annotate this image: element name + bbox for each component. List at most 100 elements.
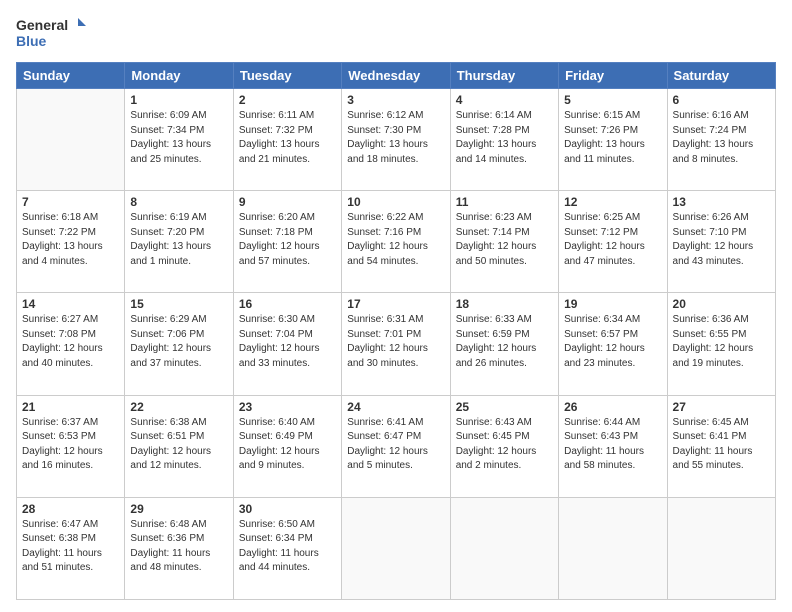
weekday-header-saturday: Saturday bbox=[667, 63, 775, 89]
calendar-cell: 2Sunrise: 6:11 AMSunset: 7:32 PMDaylight… bbox=[233, 89, 341, 191]
cell-info: Sunrise: 6:41 AMSunset: 6:47 PMDaylight:… bbox=[347, 416, 444, 474]
calendar-cell: 13 Sunrise: 6:26 AMSunset: 7:10 PMDayligh… bbox=[667, 191, 775, 293]
calendar-cell: 7 Sunrise: 6:18 AMSunset: 7:22 PMDaylight… bbox=[17, 191, 125, 293]
cell-info: Sunrise: 6:27 AMSunset: 7:08 PMDaylight:… bbox=[22, 313, 119, 371]
cell-info: Sunrise: 6:11 AMSunset: 7:32 PMDaylight:… bbox=[239, 109, 336, 167]
calendar-cell: 22Sunrise: 6:38 AMSunset: 6:51 PMDayligh… bbox=[125, 395, 233, 497]
calendar-cell bbox=[667, 497, 775, 599]
calendar-cell: 25Sunrise: 6:43 AMSunset: 6:45 PMDayligh… bbox=[450, 395, 558, 497]
day-number: 14 bbox=[22, 297, 119, 311]
calendar-cell: 3 Sunrise: 6:12 AMSunset: 7:30 PMDaylight… bbox=[342, 89, 450, 191]
weekday-header-wednesday: Wednesday bbox=[342, 63, 450, 89]
day-number: 19 bbox=[564, 297, 661, 311]
day-number: 3 bbox=[347, 93, 444, 107]
day-number: 27 bbox=[673, 400, 770, 414]
cell-info: Sunrise: 6:40 AMSunset: 6:49 PMDaylight:… bbox=[239, 416, 336, 474]
day-number: 13 bbox=[673, 195, 770, 209]
day-number: 25 bbox=[456, 400, 553, 414]
cell-info: Sunrise: 6:12 AMSunset: 7:30 PMDaylight:… bbox=[347, 109, 444, 167]
day-number: 17 bbox=[347, 297, 444, 311]
calendar-week-5: 28 Sunrise: 6:47 AMSunset: 6:38 PMDayligh… bbox=[17, 497, 776, 599]
day-number: 12 bbox=[564, 195, 661, 209]
cell-info: Sunrise: 6:48 AMSunset: 6:36 PMDaylight:… bbox=[130, 518, 227, 576]
day-number: 16 bbox=[239, 297, 336, 311]
svg-text:General: General bbox=[16, 17, 68, 33]
cell-info: Sunrise: 6:44 AMSunset: 6:43 PMDaylight:… bbox=[564, 416, 661, 474]
cell-info: Sunrise: 6:20 AMSunset: 7:18 PMDaylight:… bbox=[239, 211, 336, 269]
cell-info: Sunrise: 6:22 AMSunset: 7:16 PMDaylight:… bbox=[347, 211, 444, 269]
calendar-cell: 8Sunrise: 6:19 AMSunset: 7:20 PMDaylight… bbox=[125, 191, 233, 293]
day-number: 26 bbox=[564, 400, 661, 414]
svg-text:Blue: Blue bbox=[16, 33, 47, 49]
day-number: 21 bbox=[22, 400, 119, 414]
calendar-cell: 30Sunrise: 6:50 AMSunset: 6:34 PMDayligh… bbox=[233, 497, 341, 599]
day-number: 1 bbox=[130, 93, 227, 107]
cell-info: Sunrise: 6:30 AMSunset: 7:04 PMDaylight:… bbox=[239, 313, 336, 371]
weekday-header-sunday: Sunday bbox=[17, 63, 125, 89]
day-number: 6 bbox=[673, 93, 770, 107]
day-number: 18 bbox=[456, 297, 553, 311]
weekday-header-tuesday: Tuesday bbox=[233, 63, 341, 89]
calendar-cell: 10 Sunrise: 6:22 AMSunset: 7:16 PMDayligh… bbox=[342, 191, 450, 293]
calendar-cell: 4 Sunrise: 6:14 AMSunset: 7:28 PMDaylight… bbox=[450, 89, 558, 191]
day-number: 10 bbox=[347, 195, 444, 209]
calendar-cell: 18 Sunrise: 6:33 AMSunset: 6:59 PMDayligh… bbox=[450, 293, 558, 395]
cell-info: Sunrise: 6:31 AMSunset: 7:01 PMDaylight:… bbox=[347, 313, 444, 371]
cell-info: Sunrise: 6:36 AMSunset: 6:55 PMDaylight:… bbox=[673, 313, 770, 371]
day-number: 29 bbox=[130, 502, 227, 516]
day-number: 15 bbox=[130, 297, 227, 311]
day-number: 20 bbox=[673, 297, 770, 311]
day-number: 24 bbox=[347, 400, 444, 414]
calendar-cell: 14 Sunrise: 6:27 AMSunset: 7:08 PMDayligh… bbox=[17, 293, 125, 395]
calendar-cell: 24 Sunrise: 6:41 AMSunset: 6:47 PMDayligh… bbox=[342, 395, 450, 497]
day-number: 23 bbox=[239, 400, 336, 414]
weekday-header-monday: Monday bbox=[125, 63, 233, 89]
cell-info: Sunrise: 6:29 AMSunset: 7:06 PMDaylight:… bbox=[130, 313, 227, 371]
calendar-cell bbox=[450, 497, 558, 599]
day-number: 9 bbox=[239, 195, 336, 209]
calendar-cell: 17 Sunrise: 6:31 AMSunset: 7:01 PMDayligh… bbox=[342, 293, 450, 395]
day-number: 4 bbox=[456, 93, 553, 107]
calendar-week-2: 7 Sunrise: 6:18 AMSunset: 7:22 PMDaylight… bbox=[17, 191, 776, 293]
calendar-cell: 20 Sunrise: 6:36 AMSunset: 6:55 PMDayligh… bbox=[667, 293, 775, 395]
calendar-cell: 11Sunrise: 6:23 AMSunset: 7:14 PMDayligh… bbox=[450, 191, 558, 293]
calendar-cell: 21 Sunrise: 6:37 AMSunset: 6:53 PMDayligh… bbox=[17, 395, 125, 497]
weekday-header-thursday: Thursday bbox=[450, 63, 558, 89]
cell-info: Sunrise: 6:16 AMSunset: 7:24 PMDaylight:… bbox=[673, 109, 770, 167]
header: General Blue bbox=[16, 12, 776, 54]
cell-info: Sunrise: 6:09 AMSunset: 7:34 PMDaylight:… bbox=[130, 109, 227, 167]
cell-info: Sunrise: 6:26 AMSunset: 7:10 PMDaylight:… bbox=[673, 211, 770, 269]
day-number: 22 bbox=[130, 400, 227, 414]
cell-info: Sunrise: 6:47 AMSunset: 6:38 PMDaylight:… bbox=[22, 518, 119, 576]
logo: General Blue bbox=[16, 12, 86, 54]
day-number: 5 bbox=[564, 93, 661, 107]
calendar-week-3: 14 Sunrise: 6:27 AMSunset: 7:08 PMDayligh… bbox=[17, 293, 776, 395]
weekday-header-friday: Friday bbox=[559, 63, 667, 89]
calendar-cell: 6 Sunrise: 6:16 AMSunset: 7:24 PMDaylight… bbox=[667, 89, 775, 191]
calendar-cell: 27 Sunrise: 6:45 AMSunset: 6:41 PMDayligh… bbox=[667, 395, 775, 497]
cell-info: Sunrise: 6:33 AMSunset: 6:59 PMDaylight:… bbox=[456, 313, 553, 371]
calendar-week-4: 21 Sunrise: 6:37 AMSunset: 6:53 PMDayligh… bbox=[17, 395, 776, 497]
weekday-header-row: SundayMondayTuesdayWednesdayThursdayFrid… bbox=[17, 63, 776, 89]
cell-info: Sunrise: 6:45 AMSunset: 6:41 PMDaylight:… bbox=[673, 416, 770, 474]
cell-info: Sunrise: 6:25 AMSunset: 7:12 PMDaylight:… bbox=[564, 211, 661, 269]
calendar-cell bbox=[342, 497, 450, 599]
cell-info: Sunrise: 6:18 AMSunset: 7:22 PMDaylight:… bbox=[22, 211, 119, 269]
calendar-cell: 23 Sunrise: 6:40 AMSunset: 6:49 PMDayligh… bbox=[233, 395, 341, 497]
day-number: 7 bbox=[22, 195, 119, 209]
cell-info: Sunrise: 6:23 AMSunset: 7:14 PMDaylight:… bbox=[456, 211, 553, 269]
calendar-cell: 26 Sunrise: 6:44 AMSunset: 6:43 PMDayligh… bbox=[559, 395, 667, 497]
calendar-cell: 1 Sunrise: 6:09 AMSunset: 7:34 PMDaylight… bbox=[125, 89, 233, 191]
cell-info: Sunrise: 6:37 AMSunset: 6:53 PMDaylight:… bbox=[22, 416, 119, 474]
calendar-cell: 15 Sunrise: 6:29 AMSunset: 7:06 PMDayligh… bbox=[125, 293, 233, 395]
cell-info: Sunrise: 6:14 AMSunset: 7:28 PMDaylight:… bbox=[456, 109, 553, 167]
calendar-table: SundayMondayTuesdayWednesdayThursdayFrid… bbox=[16, 62, 776, 600]
calendar-cell: 9 Sunrise: 6:20 AMSunset: 7:18 PMDaylight… bbox=[233, 191, 341, 293]
calendar-cell: 19 Sunrise: 6:34 AMSunset: 6:57 PMDayligh… bbox=[559, 293, 667, 395]
calendar-cell: 16 Sunrise: 6:30 AMSunset: 7:04 PMDayligh… bbox=[233, 293, 341, 395]
cell-info: Sunrise: 6:19 AMSunset: 7:20 PMDaylight:… bbox=[130, 211, 227, 269]
cell-info: Sunrise: 6:34 AMSunset: 6:57 PMDaylight:… bbox=[564, 313, 661, 371]
logo-svg: General Blue bbox=[16, 12, 86, 54]
calendar-cell: 28 Sunrise: 6:47 AMSunset: 6:38 PMDayligh… bbox=[17, 497, 125, 599]
day-number: 28 bbox=[22, 502, 119, 516]
